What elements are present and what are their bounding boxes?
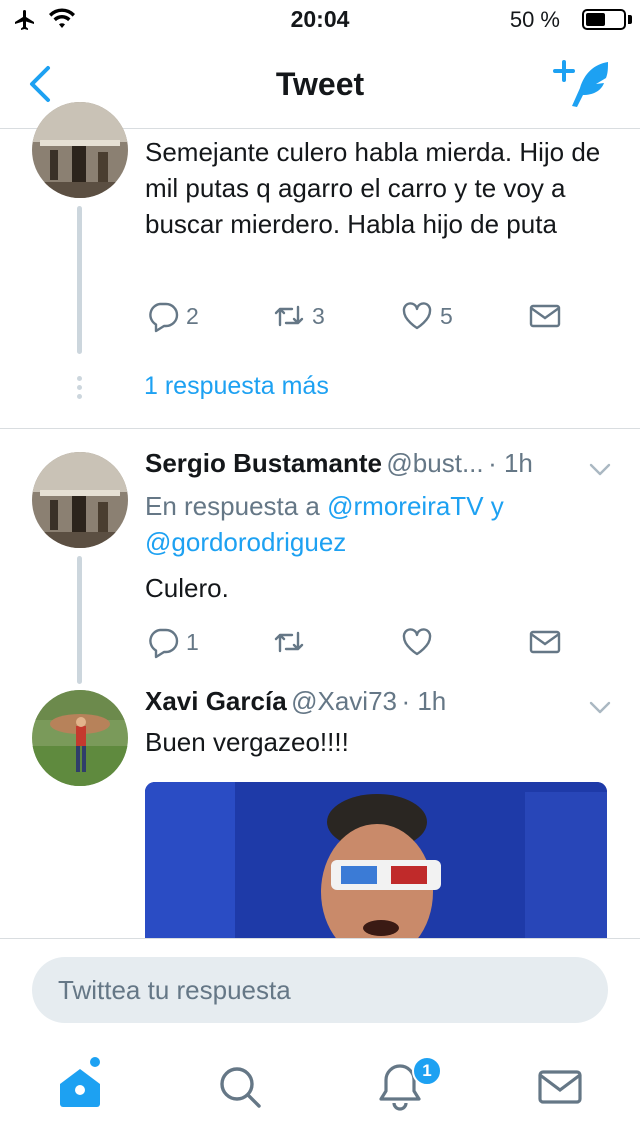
more-dots-icon <box>76 376 84 404</box>
thread-line <box>77 556 82 684</box>
tweet-header: Sergio Bustamante @bust... · 1h <box>145 448 565 479</box>
battery-percentage: 50 % <box>509 7 560 32</box>
heart-icon <box>402 302 432 330</box>
envelope-icon <box>529 304 561 328</box>
retweet-icon <box>274 305 304 327</box>
reply-prefix: En respuesta a <box>145 491 320 521</box>
mention-link[interactable]: @rmoreiraTV <box>327 491 483 521</box>
retweet-icon <box>274 631 304 653</box>
retweet-button[interactable]: 3 <box>272 296 325 336</box>
tweet-header: Xavi García @Xavi73 · 1h <box>145 686 565 717</box>
retweet-count: 3 <box>312 302 325 329</box>
reply-input[interactable] <box>32 957 608 1023</box>
home-icon[interactable] <box>50 1057 110 1117</box>
search-icon[interactable] <box>210 1057 270 1117</box>
envelope-icon <box>529 630 561 654</box>
direct-message-button[interactable] <box>528 622 562 662</box>
reply-icon <box>149 302 179 333</box>
display-name[interactable]: Xavi García <box>145 686 287 716</box>
reply-context: En respuesta a @rmoreiraTV y @gordorodri… <box>145 488 605 560</box>
tweet-text: Semejante culero habla mierda. Hijo de m… <box>145 137 601 239</box>
reply-button[interactable]: 2 <box>146 296 199 336</box>
thread-line <box>77 206 82 354</box>
display-name[interactable]: Sergio Bustamante <box>145 448 382 478</box>
chevron-down-icon[interactable] <box>587 456 613 482</box>
reply-count: 1 <box>186 628 199 655</box>
more-replies-link[interactable]: 1 respuesta más <box>144 372 329 401</box>
timestamp: · 1h <box>488 448 533 478</box>
mention-link[interactable]: @gordorodriguez <box>145 527 346 557</box>
compose-tweet-icon[interactable] <box>552 58 616 110</box>
chevron-down-icon[interactable] <box>587 694 613 720</box>
battery-icon <box>582 9 626 30</box>
avatar[interactable] <box>32 690 128 786</box>
retweet-button[interactable] <box>272 622 306 662</box>
like-count: 5 <box>440 302 453 329</box>
heart-icon <box>402 628 432 656</box>
reply-icon <box>149 628 179 659</box>
page-title: Tweet <box>275 66 365 102</box>
status-bar: 20:04 50 % <box>0 0 640 40</box>
timestamp: · 1h <box>401 686 447 716</box>
avatar[interactable] <box>32 452 128 548</box>
reply-area <box>0 938 640 1137</box>
new-content-dot <box>90 1057 100 1067</box>
direct-message-button[interactable] <box>528 296 562 336</box>
username: @bust... <box>386 448 484 478</box>
reply-join: y <box>490 491 504 521</box>
avatar[interactable] <box>32 102 128 198</box>
notification-badge: 1 <box>412 1056 442 1086</box>
tweet-text: Buen vergazeo!!!! <box>145 727 349 757</box>
battery-cap <box>628 15 632 24</box>
tweet-text: Culero. <box>145 573 229 603</box>
reply-count: 2 <box>186 302 199 329</box>
divider <box>0 428 640 429</box>
like-button[interactable] <box>400 622 434 662</box>
messages-envelope-icon[interactable] <box>530 1057 590 1117</box>
like-button[interactable]: 5 <box>400 296 453 336</box>
tweet-gif[interactable] <box>145 782 607 942</box>
reply-button[interactable]: 1 <box>146 622 199 662</box>
username: @Xavi73 <box>291 686 398 716</box>
